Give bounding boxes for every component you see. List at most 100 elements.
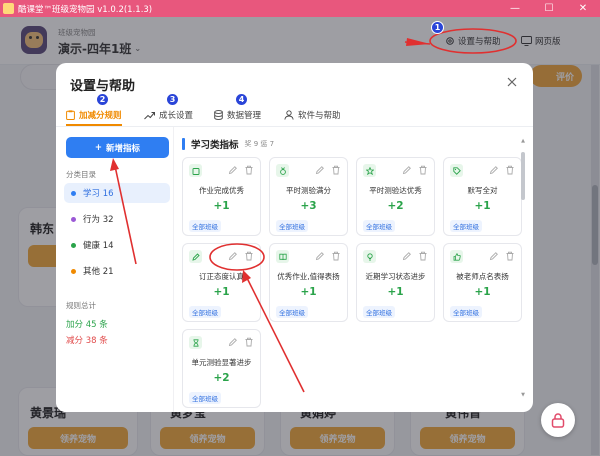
stat-plus-count: 加分 45 条 xyxy=(66,320,108,330)
rule-name: 优秀作业,值得表扬 xyxy=(277,272,340,281)
rule-name: 作业完成优秀 xyxy=(199,186,244,195)
rule-card[interactable]: 默写全对 +1 全部班级 xyxy=(443,157,522,236)
dialog-close-button[interactable] xyxy=(502,72,522,92)
plus-icon: + xyxy=(94,142,103,153)
rule-card[interactable]: 近期学习状态进步 +1 全部班级 xyxy=(356,243,435,322)
rule-card[interactable]: 平时测验达优秀 +2 全部班级 xyxy=(356,157,435,236)
trash-icon[interactable] xyxy=(331,165,341,175)
edit-icon[interactable] xyxy=(228,251,238,261)
scroll-down-icon[interactable]: ▼ xyxy=(520,392,526,398)
settings-dialog: 设置与帮助 加减分规则 成长设置 数据管理 软件与帮助 + 新增指标 分类目录 … xyxy=(56,63,533,412)
tab-data-management[interactable]: 数据管理 xyxy=(214,105,261,125)
category-label: 学习 16 xyxy=(83,189,114,199)
rule-points: +3 xyxy=(300,200,317,212)
rule-name: 订正态度认真 xyxy=(199,272,244,281)
close-icon xyxy=(507,77,517,87)
stats-title: 规则总计 xyxy=(66,301,96,310)
rule-points: +2 xyxy=(387,200,404,212)
app-logo-icon xyxy=(3,3,14,14)
add-rule-button[interactable]: + 新增指标 xyxy=(66,137,169,158)
rule-scope-badge: 全部班级 xyxy=(276,306,308,318)
section-count: 奖 9 惩 7 xyxy=(244,140,275,148)
edit-icon[interactable] xyxy=(315,165,325,175)
annotation-badge: 1 xyxy=(431,21,444,34)
category-item-behavior[interactable]: 行为 32 xyxy=(64,209,170,229)
rule-points: +2 xyxy=(213,372,230,384)
rule-card[interactable]: 优秀作业,值得表扬 +1 全部班级 xyxy=(269,243,348,322)
edit-icon[interactable] xyxy=(315,251,325,261)
category-dot-icon xyxy=(71,216,76,222)
rule-points: +1 xyxy=(387,286,404,298)
rules-scrollbar[interactable]: ▲ ▼ xyxy=(520,138,526,398)
tab-score-rules[interactable]: 加减分规则 xyxy=(66,105,122,126)
tab-label: 成长设置 xyxy=(159,111,194,121)
annotation-badge: 3 xyxy=(166,93,179,106)
annotation-badge: 4 xyxy=(235,93,248,106)
rule-points: +1 xyxy=(300,286,317,298)
category-item-health[interactable]: 健康 14 xyxy=(64,235,170,255)
edit-icon[interactable] xyxy=(402,165,412,175)
dialog-title: 设置与帮助 xyxy=(70,79,136,94)
maximize-button[interactable]: ☐ xyxy=(532,0,566,17)
book-icon xyxy=(276,250,289,263)
edit-icon[interactable] xyxy=(402,251,412,261)
rule-name: 单元测验显著进步 xyxy=(191,358,252,367)
rule-scope-badge: 全部班级 xyxy=(363,306,395,318)
rule-scope-badge: 全部班级 xyxy=(189,392,221,404)
clipboard-icon xyxy=(189,164,202,177)
edit-icon[interactable] xyxy=(489,251,499,261)
rule-card[interactable]: 平时测验满分 +3 全部班级 xyxy=(269,157,348,236)
lock-button[interactable] xyxy=(541,403,575,437)
tag-icon xyxy=(450,164,463,177)
rules-panel: 学习类指标 奖 9 惩 7 作业完成优秀 +1 全部班级 平时测验满分 +3 全部班级 平时… xyxy=(174,127,533,412)
window-titlebar: 酷课堂™班级宠物园 v1.0.2(1.1.3) — ☐ ✕ xyxy=(0,0,600,17)
edit-icon[interactable] xyxy=(228,165,238,175)
section-header: 学习类指标 奖 9 惩 7 xyxy=(182,138,275,151)
window-title: 酷课堂™班级宠物园 v1.0.2(1.1.3) xyxy=(18,4,153,15)
trash-icon[interactable] xyxy=(418,251,428,261)
pencil-icon xyxy=(189,250,202,263)
rule-card[interactable]: 订正态度认真 +1 全部班级 xyxy=(182,243,261,322)
star-icon xyxy=(363,164,376,177)
tab-growth-settings[interactable]: 成长设置 xyxy=(144,105,193,125)
tab-software-help[interactable]: 软件与帮助 xyxy=(284,105,341,125)
category-dot-icon xyxy=(71,242,76,248)
user-icon xyxy=(284,110,294,120)
clipboard-icon xyxy=(66,110,75,120)
medal-icon xyxy=(276,164,289,177)
rule-points: +1 xyxy=(474,200,491,212)
scroll-up-icon[interactable]: ▲ xyxy=(520,138,526,144)
edit-icon[interactable] xyxy=(489,165,499,175)
category-label: 健康 14 xyxy=(83,241,114,251)
trash-icon[interactable] xyxy=(505,251,515,261)
rule-card[interactable]: 作业完成优秀 +1 全部班级 xyxy=(182,157,261,236)
section-title: 学习类指标 xyxy=(191,140,239,151)
trash-icon[interactable] xyxy=(244,165,254,175)
dialog-tabs: 加减分规则 成长设置 数据管理 软件与帮助 xyxy=(56,99,533,127)
rule-name: 默写全对 xyxy=(467,186,498,195)
category-item-other[interactable]: 其他 21 xyxy=(64,261,170,281)
hourglass-icon xyxy=(189,336,202,349)
rule-card[interactable]: 被老师点名表扬 +1 全部班级 xyxy=(443,243,522,322)
trash-icon[interactable] xyxy=(244,337,254,347)
rule-name: 近期学习状态进步 xyxy=(365,272,426,281)
edit-icon[interactable] xyxy=(228,337,238,347)
annotation-badge: 2 xyxy=(96,93,109,106)
category-item-study[interactable]: 学习 16 xyxy=(64,183,170,203)
bulb-icon xyxy=(363,250,376,263)
rule-card[interactable]: 单元测验显著进步 +2 全部班级 xyxy=(182,329,261,408)
minimize-button[interactable]: — xyxy=(498,0,532,17)
thumbs-up-icon xyxy=(450,250,463,263)
rule-scope-badge: 全部班级 xyxy=(189,306,221,318)
rule-scope-badge: 全部班级 xyxy=(450,220,482,232)
tab-label: 软件与帮助 xyxy=(298,111,341,121)
rule-points: +1 xyxy=(474,286,491,298)
category-sidebar: + 新增指标 分类目录 学习 16 行为 32 健康 14 其他 21 规则总计… xyxy=(56,127,174,412)
trash-icon[interactable] xyxy=(505,165,515,175)
trash-icon[interactable] xyxy=(244,251,254,261)
tab-label: 加减分规则 xyxy=(79,111,122,121)
trash-icon[interactable] xyxy=(331,251,341,261)
trash-icon[interactable] xyxy=(418,165,428,175)
close-window-button[interactable]: ✕ xyxy=(566,0,600,17)
category-label: 其他 21 xyxy=(83,267,114,277)
